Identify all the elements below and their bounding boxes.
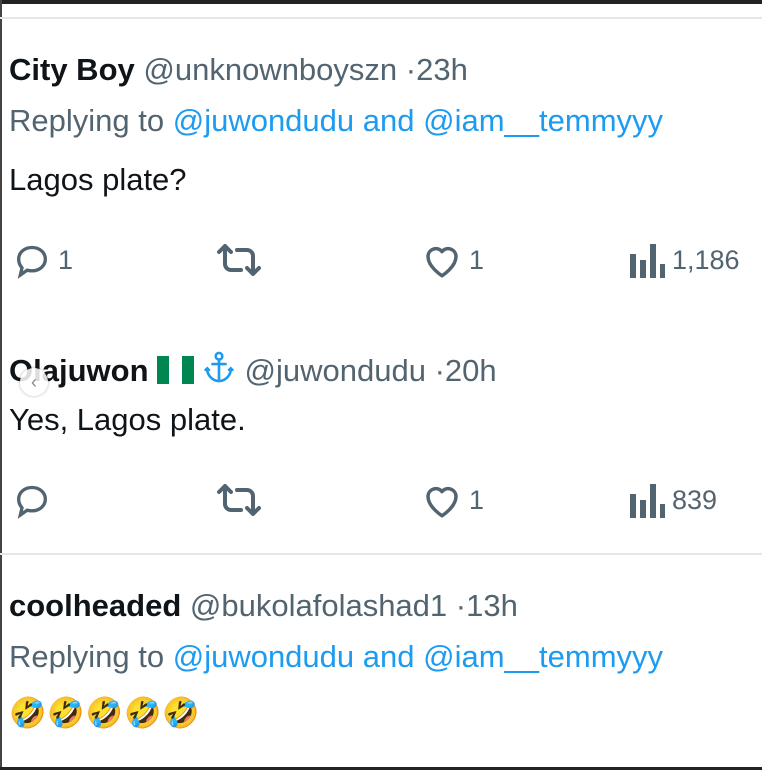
- separator-dot: ·: [405, 52, 417, 87]
- tweet-text: 🤣🤣🤣🤣🤣: [9, 697, 201, 730]
- like-icon: [426, 246, 458, 278]
- retweet-icon: [217, 484, 261, 516]
- author-handle[interactable]: @bukolafolashad1: [190, 588, 447, 623]
- views-icon: [630, 484, 665, 518]
- replying-to-line: Replying to @juwondudu and @iam__temmyyy: [9, 639, 663, 675]
- mention-link[interactable]: @juwondudu: [173, 103, 354, 138]
- views-button[interactable]: 1,186: [628, 240, 740, 280]
- tweet-text: Lagos plate?: [9, 162, 187, 197]
- mention-and: and: [354, 639, 424, 674]
- frame-top-edge: [0, 0, 762, 4]
- retweet-button[interactable]: [213, 240, 265, 280]
- author-name[interactable]: coolheaded: [9, 588, 181, 623]
- views-icon: [630, 244, 665, 278]
- anchor-icon: [203, 351, 235, 393]
- timestamp[interactable]: 13h: [466, 588, 518, 623]
- like-count: 1: [469, 244, 485, 275]
- like-button[interactable]: 1: [421, 480, 484, 520]
- divider: [0, 17, 762, 19]
- tweet-actions: 1 839: [0, 480, 762, 520]
- view-count: 839: [672, 484, 718, 515]
- author-handle[interactable]: @juwondudu: [245, 353, 426, 388]
- tweet-header: coolheaded @bukolafolashad1 ·13h: [9, 588, 518, 624]
- view-count: 1,186: [672, 244, 740, 275]
- author-handle[interactable]: @unknownboyszn: [143, 52, 397, 87]
- separator-dot: ·: [434, 353, 445, 388]
- replying-prefix: Replying to: [9, 103, 173, 138]
- reply-icon: [16, 485, 48, 519]
- carousel-prev-icon[interactable]: ‹: [20, 368, 48, 396]
- tweet-actions: 1 1 1,186: [0, 240, 762, 280]
- reply-icon: [16, 245, 48, 279]
- tweet-header: City Boy @unknownboyszn ·23h: [9, 52, 468, 88]
- mention-and: and: [354, 103, 424, 138]
- retweet-button[interactable]: [213, 480, 265, 520]
- tweet-text: Yes, Lagos plate.: [9, 402, 246, 437]
- nigeria-flag-icon: [156, 356, 195, 384]
- like-count: 1: [469, 484, 485, 515]
- author-name[interactable]: City Boy: [9, 52, 135, 87]
- timestamp[interactable]: 23h: [416, 52, 468, 87]
- frame-left-edge: [0, 0, 2, 770]
- replying-prefix: Replying to: [9, 639, 173, 674]
- views-button[interactable]: 839: [628, 480, 717, 520]
- mention-link[interactable]: @iam__temmyyy: [423, 103, 663, 138]
- reply-button[interactable]: 1: [12, 240, 73, 280]
- mention-link[interactable]: @iam__temmyyy: [423, 639, 663, 674]
- separator-dot: ·: [455, 588, 467, 623]
- timestamp[interactable]: 20h: [445, 353, 497, 388]
- divider: [0, 553, 762, 555]
- retweet-icon: [217, 244, 261, 276]
- reply-count: 1: [58, 244, 74, 275]
- reply-button[interactable]: [12, 480, 52, 520]
- mention-link[interactable]: @juwondudu: [173, 639, 354, 674]
- like-icon: [426, 486, 458, 518]
- like-button[interactable]: 1: [421, 240, 484, 280]
- tweet-header: Olajuwon @juwondudu ·20h: [9, 351, 497, 393]
- replying-to-line: Replying to @juwondudu and @iam__temmyyy: [9, 103, 663, 139]
